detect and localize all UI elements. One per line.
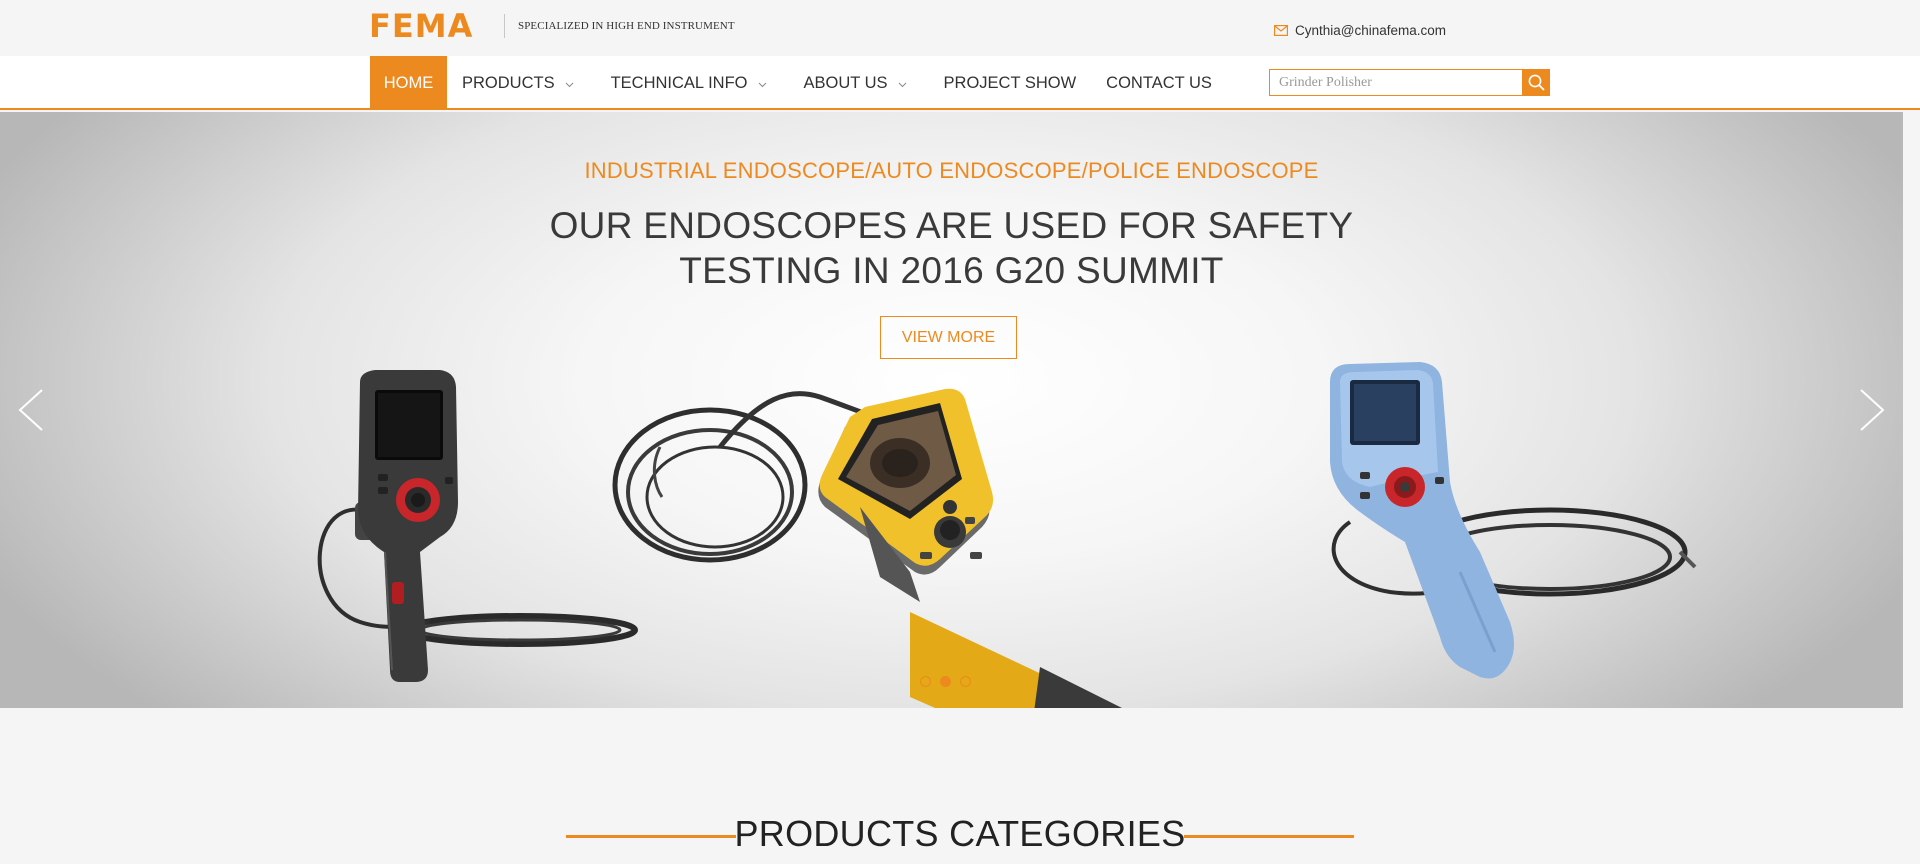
contact-email[interactable]: Cynthia@chinafema.com (1274, 23, 1446, 38)
nav-products-label: PRODUCTS (462, 73, 555, 92)
slider-dots (920, 676, 971, 687)
nav-contact-us[interactable]: CONTACT US (1106, 56, 1212, 110)
section-title: PRODUCTS CATEGORIES (734, 813, 1186, 854)
hero-title-line-1: OUR ENDOSCOPES ARE USED FOR SAFETY (549, 205, 1354, 246)
logo-divider (504, 14, 505, 38)
nav-project-show[interactable]: PROJECT SHOW (944, 56, 1077, 110)
nav-project-show-label: PROJECT SHOW (943, 73, 1077, 92)
slider-dot-2[interactable] (940, 676, 951, 687)
nav-home-label: HOME (383, 73, 434, 92)
chevron-down-icon (565, 74, 574, 93)
search-button[interactable] (1522, 69, 1550, 96)
endoscope-yellow-image (612, 388, 1122, 708)
envelope-icon (1274, 25, 1288, 36)
nav-contact-us-label: CONTACT US (1106, 73, 1212, 92)
chevron-down-icon (898, 74, 907, 93)
nav-technical-info[interactable]: TECHNICAL INFO (611, 56, 767, 110)
logo-text: FEMA (369, 7, 474, 45)
slider-dot-1[interactable] (920, 676, 931, 687)
email-text: Cynthia@chinafema.com (1295, 23, 1447, 38)
nav-about-us-label: ABOUT US (803, 73, 888, 92)
top-bar: FEMA SPECIALIZED IN HIGH END INSTRUMENT … (0, 0, 1920, 56)
nav-about-us[interactable]: ABOUT US (804, 56, 907, 110)
hero-title-line-2: TESTING IN 2016 G20 SUMMIT (679, 250, 1224, 291)
nav-products[interactable]: PRODUCTS (462, 56, 574, 110)
hero-subtitle: INDUSTRIAL ENDOSCOPE/AUTO ENDOSCOPE/POLI… (584, 158, 1319, 183)
search-icon (1528, 74, 1544, 91)
hero-slider: INDUSTRIAL ENDOSCOPE/AUTO ENDOSCOPE/POLI… (0, 112, 1903, 708)
search-input[interactable] (1270, 70, 1523, 95)
heading-line-right (1184, 835, 1354, 838)
fema-logo[interactable]: FEMA (369, 7, 474, 45)
slider-next-arrow[interactable] (1857, 388, 1887, 432)
endoscope-blue-image (1330, 362, 1697, 679)
nav-home[interactable]: HOME (370, 56, 447, 110)
hero-title: OUR ENDOSCOPES ARE USED FOR SAFETY TESTI… (0, 203, 1903, 293)
slider-dot-3[interactable] (960, 676, 971, 687)
main-nav: HOME PRODUCTS TECHNICAL INFO ABOUT US PR… (0, 56, 1920, 110)
slider-prev-arrow[interactable] (16, 388, 46, 432)
search-box (1269, 69, 1550, 96)
tagline: SPECIALIZED IN HIGH END INSTRUMENT (518, 20, 735, 32)
endoscope-dark-image (317, 370, 638, 682)
view-more-button[interactable]: VIEW MORE (880, 316, 1017, 359)
chevron-down-icon (758, 74, 767, 93)
nav-technical-info-label: TECHNICAL INFO (610, 73, 748, 92)
